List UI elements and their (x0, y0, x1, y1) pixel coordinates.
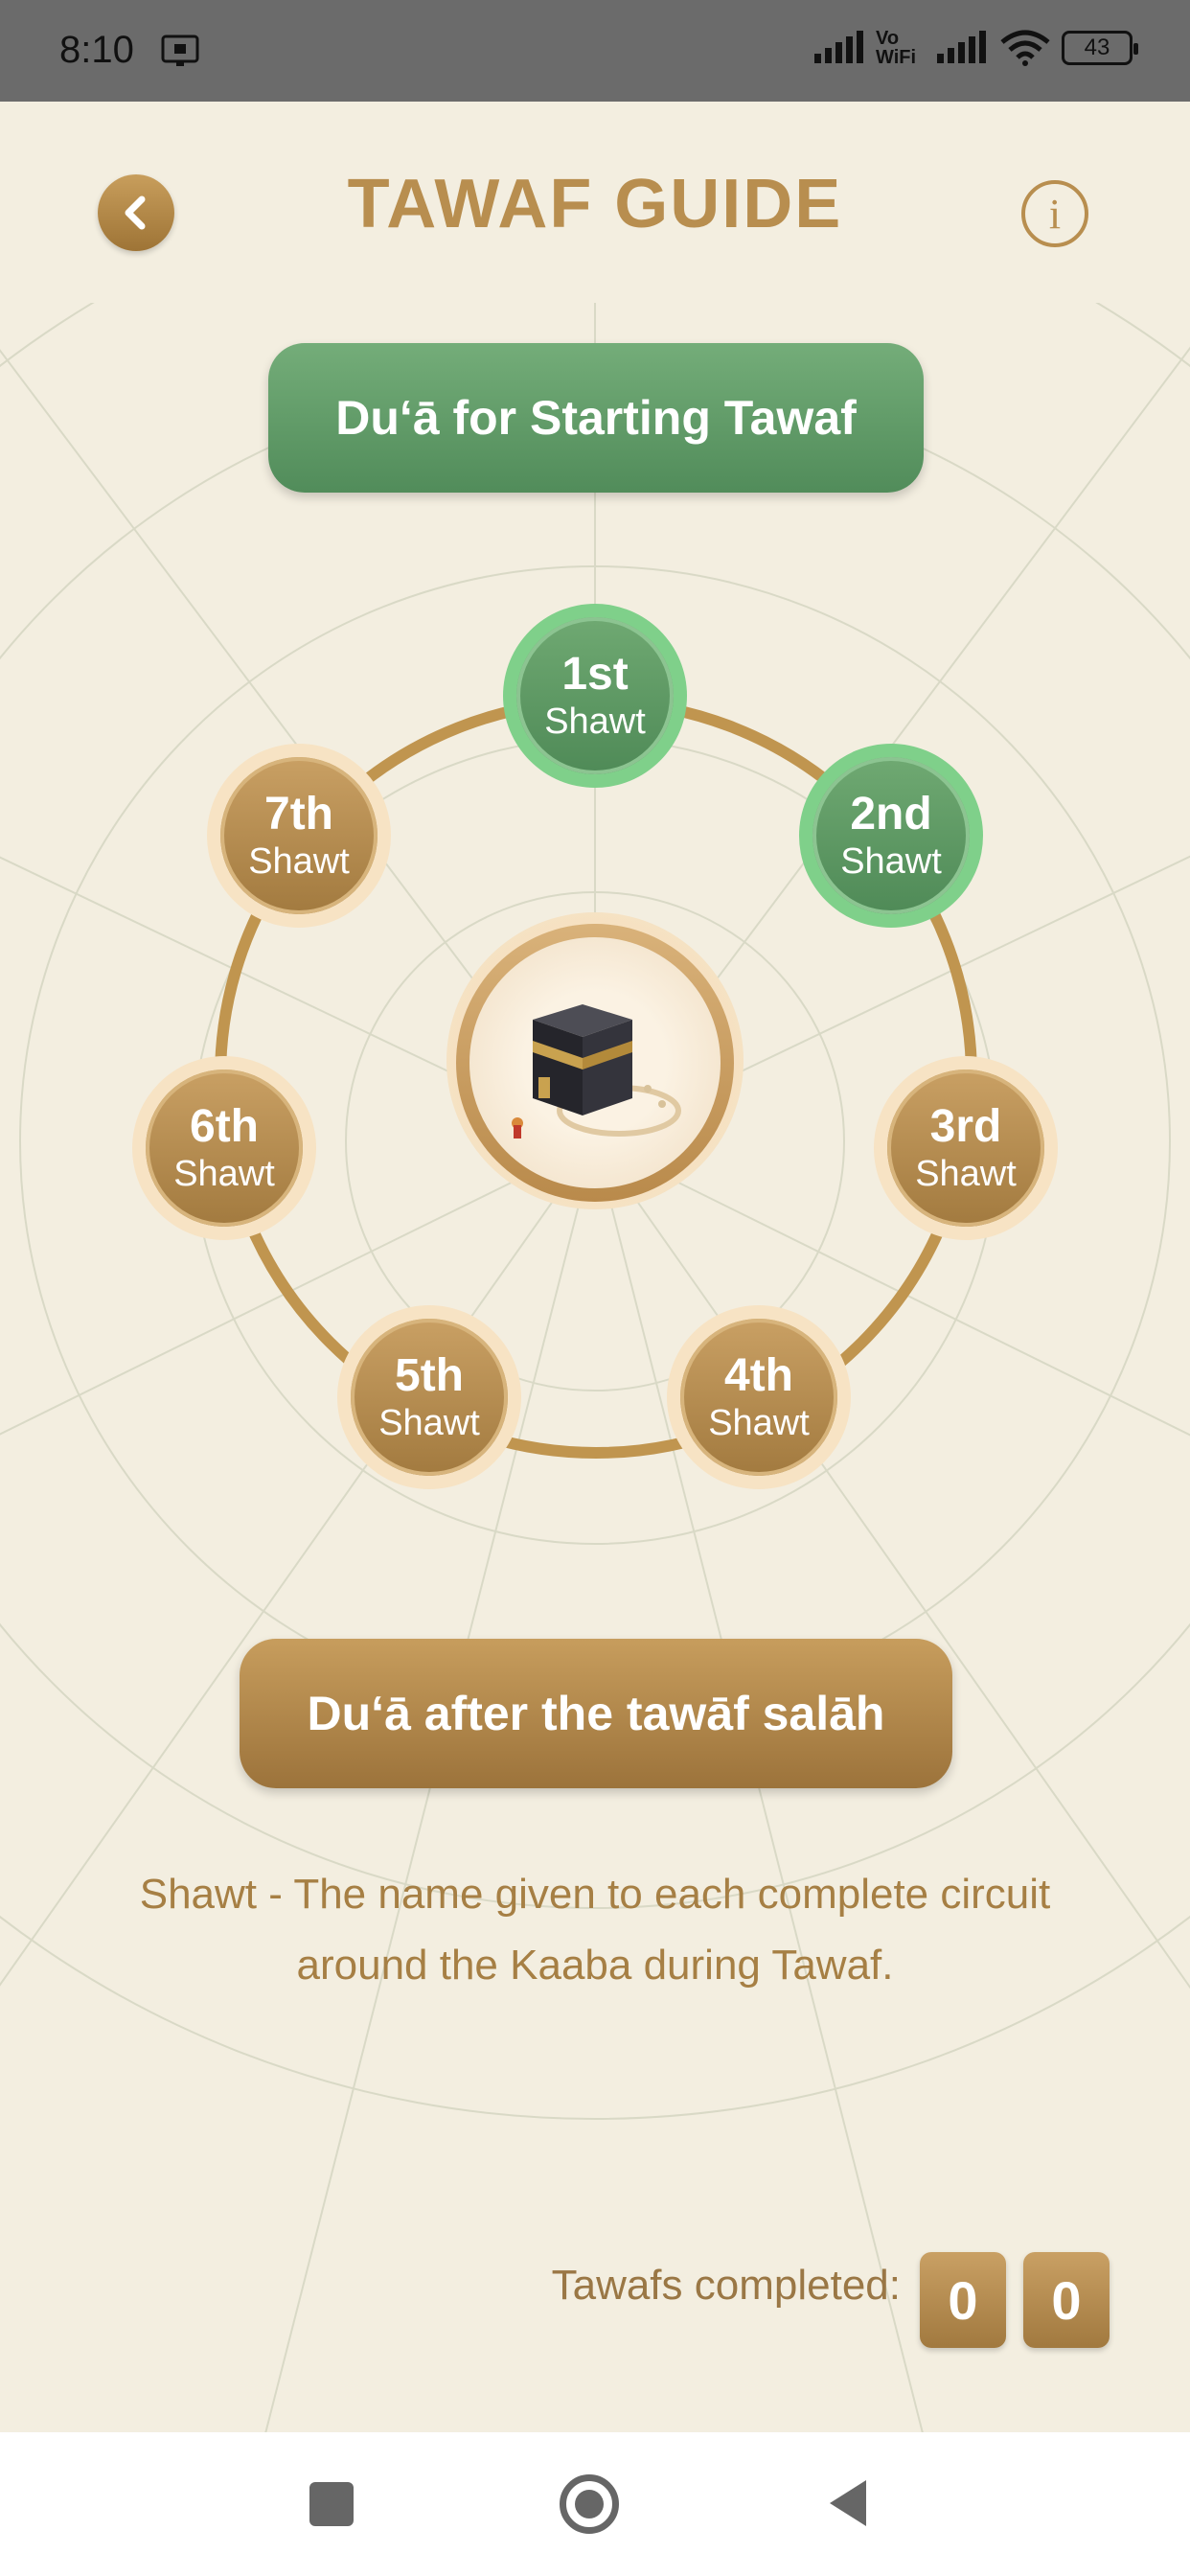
dua-start-button[interactable]: Du‘ā for Starting Tawaf (268, 343, 924, 493)
dua-after-salah-button[interactable]: Du‘ā after the tawāf salāh (240, 1639, 952, 1788)
kaaba-center (456, 924, 734, 1202)
tawafs-completed-label: Tawafs completed: (551, 2262, 901, 2309)
counter-digit-tens: 0 (920, 2252, 1006, 2348)
shawt-3-button[interactable]: 3rd Shawt (874, 1056, 1058, 1240)
shawt-7-button[interactable]: 7th Shawt (207, 744, 391, 928)
battery-icon: 43 (1062, 31, 1138, 65)
shawt-1-button[interactable]: 1st Shawt (503, 604, 687, 788)
wifi-icon (1000, 30, 1050, 66)
home-circle-icon[interactable] (560, 2474, 619, 2534)
system-nav-bar (0, 2432, 1190, 2576)
shawt-definition: Shawt - The name given to each complete … (139, 1871, 1051, 1989)
recents-square-icon[interactable] (309, 2482, 354, 2526)
shawt-label: Shawt (915, 1154, 1017, 1194)
kaaba-icon (512, 1004, 681, 1138)
shawt-number: 6th (190, 1101, 259, 1152)
battery-level: 43 (1084, 34, 1110, 60)
shawt-number: 2nd (850, 789, 932, 840)
info-button[interactable]: i (1021, 180, 1088, 247)
signal-icon (814, 31, 863, 63)
vowifi-icon: Vo WiFi (876, 28, 917, 68)
info-icon: i (1048, 190, 1062, 238)
shawt-5-button[interactable]: 5th Shawt (337, 1305, 521, 1489)
counter-digit-ones: 0 (1023, 2252, 1110, 2348)
shawt-4-button[interactable]: 4th Shawt (667, 1305, 851, 1489)
shawt-6-button[interactable]: 6th Shawt (132, 1056, 316, 1240)
status-time: 8:10 (59, 29, 134, 71)
shawt-label: Shawt (378, 1403, 480, 1443)
shawt-2-button[interactable]: 2nd Shawt (799, 744, 983, 928)
tawaf-guide-screen: TAWAF GUIDE i Du‘ā for Starting Tawaf 1s… (0, 102, 1190, 2432)
shawt-number: 1st (561, 649, 629, 700)
status-bar: 8:10 Vo WiFi 43 (0, 0, 1190, 102)
signal-icon (937, 31, 986, 63)
shawt-label: Shawt (544, 702, 646, 742)
status-icons: Vo WiFi 43 (812, 28, 1138, 68)
shawt-label: Shawt (173, 1154, 275, 1194)
shawt-label: Shawt (708, 1403, 810, 1443)
shawt-number: 4th (724, 1350, 793, 1401)
shawt-number: 5th (395, 1350, 464, 1401)
shawt-number: 7th (264, 789, 333, 840)
shawt-label: Shawt (840, 841, 942, 882)
cast-icon (161, 34, 199, 66)
shawt-label: Shawt (248, 841, 350, 882)
page-title: TAWAF GUIDE (347, 166, 843, 242)
back-triangle-icon[interactable] (826, 2478, 870, 2528)
shawt-number: 3rd (929, 1101, 1002, 1152)
